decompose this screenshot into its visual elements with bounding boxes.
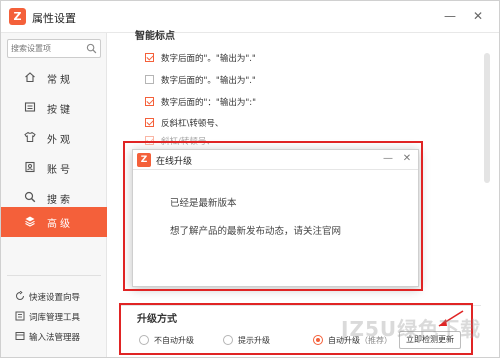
annotation-arrow	[438, 310, 464, 327]
settings-window: Z 属性设置 — ✕ 常规 按键	[0, 0, 500, 358]
watermark: JZ5U绿色下载	[341, 317, 482, 341]
